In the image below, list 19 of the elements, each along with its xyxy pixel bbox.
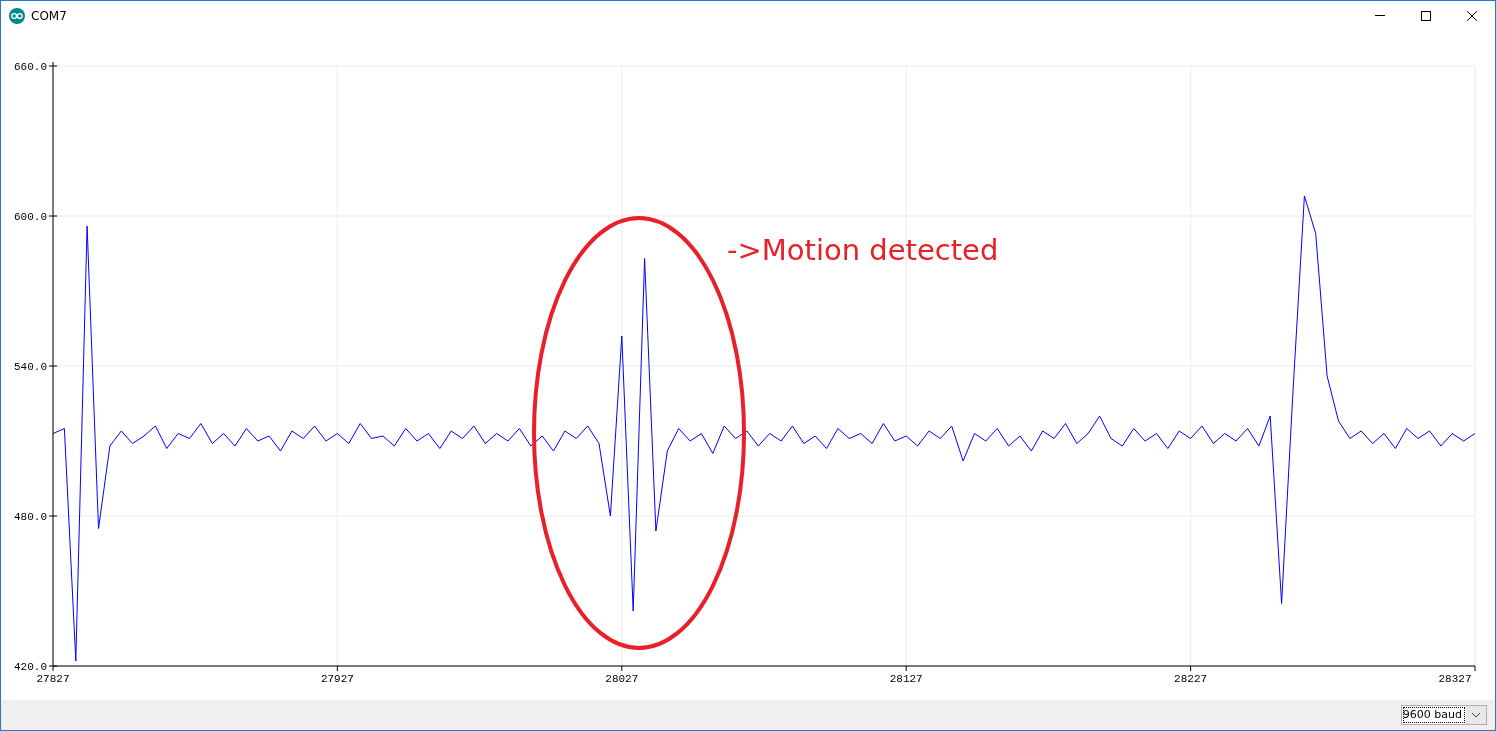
caret-icon [1471,712,1481,718]
close-icon [1466,9,1478,22]
baud-rate-dropdown[interactable]: 9600 baud [1400,705,1487,725]
infinity-logo-icon [9,7,25,24]
y-tick-label: 540.0 [14,361,47,373]
x-tick-label: 28027 [605,673,639,685]
y-tick-label: 660.0 [14,61,47,73]
y-tick-label: 420.0 [14,661,47,673]
y-tick-label: 600.0 [14,211,47,223]
window-title: COM7 [31,8,67,23]
x-tick-label: 28327 [1438,673,1472,685]
x-tick-label: 28227 [1174,673,1208,685]
x-tick-label: 27827 [36,673,70,685]
x-tick-label: 27927 [320,673,354,685]
maximize-icon [1420,9,1432,22]
y-tick-label: 480.0 [14,511,47,523]
annotation-text: ->Motion detected [727,233,999,267]
x-tick-label: 28127 [889,673,923,685]
minimize-icon [1375,15,1385,16]
